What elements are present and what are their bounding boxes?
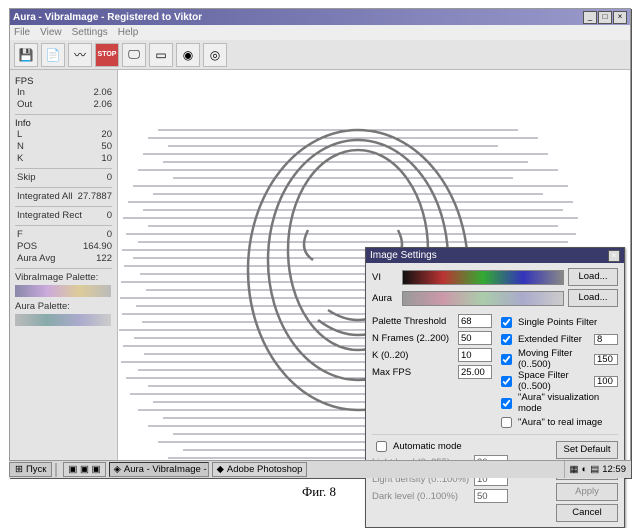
cancel-button[interactable]: Cancel xyxy=(556,504,618,522)
palette-threshold-label: Palette Threshold xyxy=(372,316,454,327)
aura-vis-checkbox[interactable] xyxy=(501,398,512,409)
k-input[interactable] xyxy=(458,348,492,362)
aura-label: Aura xyxy=(372,293,398,304)
maximize-button[interactable]: □ xyxy=(598,11,612,24)
integrated-all-value: 27.7887 xyxy=(78,191,112,203)
tray-icon[interactable]: ▦ xyxy=(570,464,579,475)
out-label: Out xyxy=(17,99,32,111)
menu-settings[interactable]: Settings xyxy=(72,27,108,38)
task-aura-label: Aura - VibraImage - R... xyxy=(124,464,209,475)
l-value: 20 xyxy=(101,129,112,141)
vi-palette-swatch[interactable] xyxy=(402,270,564,285)
aura-palette-swatch[interactable] xyxy=(402,291,564,306)
k-label: K (0..20) xyxy=(372,350,454,361)
start-button[interactable]: ⊞ Пуск xyxy=(9,462,52,477)
maxfps-input[interactable] xyxy=(458,365,492,379)
tray-icon[interactable]: ▤ xyxy=(590,464,599,475)
k-label: K xyxy=(17,153,23,165)
fps-header: FPS xyxy=(15,76,112,87)
extended-filter-checkbox[interactable] xyxy=(501,334,512,345)
nframes-label: N Frames (2..200) xyxy=(372,333,454,344)
stamp-icon[interactable]: ◉ xyxy=(176,43,200,67)
aura-real-label: "Aura" to real image xyxy=(518,417,602,428)
single-points-label: Single Points Filter xyxy=(518,317,597,328)
aura-avg-label: Aura Avg xyxy=(17,253,55,265)
k-value: 10 xyxy=(101,153,112,165)
menu-view[interactable]: View xyxy=(40,27,62,38)
close-button[interactable]: × xyxy=(613,11,627,24)
space-filter-label: Space Filter (0..500) xyxy=(518,370,591,392)
aura-real-checkbox[interactable] xyxy=(501,417,512,428)
menu-help[interactable]: Help xyxy=(118,27,139,38)
nframes-input[interactable] xyxy=(458,331,492,345)
save-icon[interactable]: 💾 xyxy=(14,43,38,67)
text-icon[interactable]: 📄 xyxy=(41,43,65,67)
skip-label: Skip xyxy=(17,172,35,184)
space-filter-input[interactable] xyxy=(594,376,618,387)
vi-label: VI xyxy=(372,272,398,283)
dialog-title-bar: Image Settings × xyxy=(366,248,624,263)
integrated-rect-value: 0 xyxy=(107,210,112,222)
vi-load-button[interactable]: Load... xyxy=(568,268,618,286)
f-value: 0 xyxy=(107,229,112,241)
task-photoshop-label: Adobe Photoshop xyxy=(227,464,303,475)
aura-palette[interactable] xyxy=(15,314,111,326)
aura-vis-label: "Aura" visualization mode xyxy=(518,392,618,414)
aura-palette-label: Aura Palette: xyxy=(15,301,112,312)
n-label: N xyxy=(17,141,24,153)
info-header: Info xyxy=(15,118,112,129)
title-bar: Aura - VibraImage - Registered to Viktor… xyxy=(10,9,630,25)
menu-file[interactable]: File xyxy=(14,27,30,38)
tray-icon[interactable]: ◐ xyxy=(581,464,587,475)
task-photoshop[interactable]: ◆Adobe Photoshop xyxy=(212,462,308,477)
clock: 12:59 xyxy=(602,464,626,475)
target-icon[interactable]: ◎ xyxy=(203,43,227,67)
integrated-rect-label: Integrated Rect xyxy=(17,210,82,222)
system-tray: ▦ ◐ ▤ 12:59 xyxy=(564,461,632,478)
wave-icon[interactable]: 〰 xyxy=(68,43,92,67)
maxfps-label: Max FPS xyxy=(372,367,454,378)
vibra-palette[interactable] xyxy=(15,285,111,297)
dialog-title: Image Settings xyxy=(370,250,437,261)
extended-filter-label: Extended Filter xyxy=(518,334,582,345)
pos-value: 164.90 xyxy=(83,241,112,253)
pos-label: POS xyxy=(17,241,37,253)
figure-caption: Фиг. 8 xyxy=(0,484,638,500)
single-points-checkbox[interactable] xyxy=(501,317,512,328)
l-label: L xyxy=(17,129,22,141)
windows-icon: ⊞ xyxy=(15,464,23,475)
moving-filter-label: Moving Filter (0..500) xyxy=(518,348,591,370)
task-aura[interactable]: ◈Aura - VibraImage - R... xyxy=(109,462,209,477)
menu-bar: File View Settings Help xyxy=(10,25,630,40)
n-value: 50 xyxy=(101,141,112,153)
start-label: Пуск xyxy=(26,464,46,475)
card-icon[interactable]: ▭ xyxy=(149,43,173,67)
sidebar: FPS In 2.06 Out 2.06 Info L 20 N 50 K 10 Skip… xyxy=(10,70,118,477)
moving-filter-input[interactable] xyxy=(594,354,618,365)
stop-icon[interactable]: STOP xyxy=(95,43,119,67)
set-default-button[interactable]: Set Default xyxy=(556,441,618,459)
auto-mode-checkbox[interactable] xyxy=(376,441,387,452)
aura-avg-value: 122 xyxy=(96,253,112,265)
out-value: 2.06 xyxy=(94,99,113,111)
space-filter-checkbox[interactable] xyxy=(501,376,512,387)
minimize-button[interactable]: _ xyxy=(583,11,597,24)
aura-load-button[interactable]: Load... xyxy=(568,289,618,307)
palette-threshold-input[interactable] xyxy=(458,314,492,328)
skip-value: 0 xyxy=(107,172,112,184)
taskbar: ⊞ Пуск ▣ ▣ ▣ ◈Aura - VibraImage - R... ◆… xyxy=(9,460,631,478)
vibra-palette-label: VibraImage Palette: xyxy=(15,272,112,283)
auto-mode-label: Automatic mode xyxy=(393,441,462,452)
moving-filter-checkbox[interactable] xyxy=(501,354,512,365)
extended-filter-input[interactable] xyxy=(594,334,618,345)
integrated-all-label: Integrated All xyxy=(17,191,72,203)
in-label: In xyxy=(17,87,25,99)
quicklaunch[interactable]: ▣ ▣ ▣ xyxy=(63,462,105,477)
in-value: 2.06 xyxy=(94,87,113,99)
toolbar: 💾 📄 〰 STOP 🖵 ▭ ◉ ◎ xyxy=(10,40,630,70)
f-label: F xyxy=(17,229,23,241)
dialog-close-button[interactable]: × xyxy=(608,250,620,262)
monitor-icon[interactable]: 🖵 xyxy=(122,43,146,67)
window-title: Aura - VibraImage - Registered to Viktor xyxy=(13,12,582,23)
